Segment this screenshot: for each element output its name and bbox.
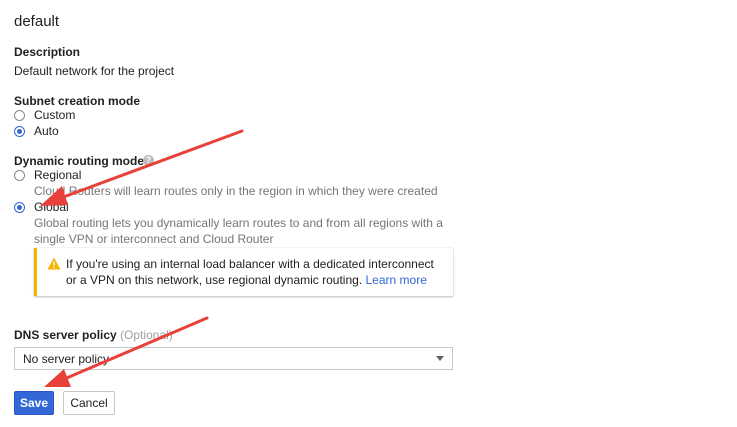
warning-line1: If you're using an internal load balance… [66,257,434,271]
routing-mode-global[interactable]: Global [14,200,69,214]
global-radio[interactable] [14,201,25,213]
description-value: Default network for the project [14,64,175,78]
auto-radio-label: Auto [34,124,59,138]
dns-policy-select[interactable]: No server policy [14,347,453,370]
warning-text: If you're using an internal load balance… [66,256,446,288]
custom-radio-label: Custom [34,108,76,122]
warning-line2: or a VPN on this network, use regional d… [66,273,427,287]
dns-policy-label: DNS server policy (Optional) [14,328,173,342]
chevron-down-icon [436,356,444,361]
routing-mode-label: Dynamic routing mode [14,154,145,168]
routing-warning-box: If you're using an internal load balance… [34,248,453,296]
description-label: Description [14,45,81,59]
warning-icon [47,257,61,270]
learn-more-link[interactable]: Learn more [366,273,427,287]
subnet-mode-label: Subnet creation mode [14,94,141,108]
optional-hint: (Optional) [120,328,173,342]
global-hint-line2: single VPN or interconnect and Cloud Rou… [34,232,274,246]
help-icon[interactable]: ? [143,155,154,166]
regional-radio[interactable] [14,169,25,181]
subnet-mode-auto[interactable]: Auto [14,124,59,138]
dns-policy-value: No server policy [23,352,110,366]
routing-mode-regional[interactable]: Regional [14,168,81,182]
global-hint-line1: Global routing lets you dynamically lear… [34,216,443,230]
regional-radio-label: Regional [34,168,82,182]
global-radio-label: Global [34,200,69,214]
subnet-mode-custom[interactable]: Custom [14,108,75,122]
regional-hint: Cloud Routers will learn routes only in … [34,184,438,198]
cancel-button[interactable]: Cancel [63,391,115,415]
auto-radio[interactable] [14,125,25,137]
save-button[interactable]: Save [14,391,54,415]
custom-radio[interactable] [14,109,25,121]
network-name-title: default [14,13,60,30]
